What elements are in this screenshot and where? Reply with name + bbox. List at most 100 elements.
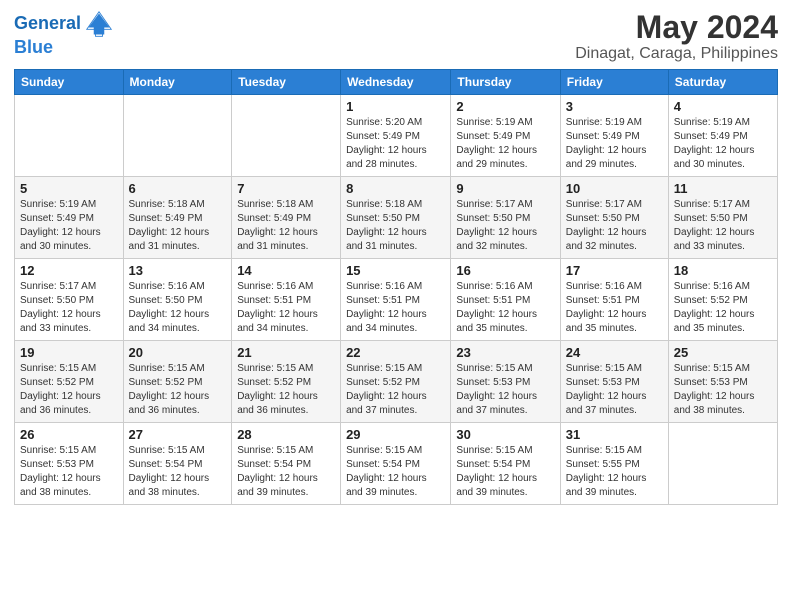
cell-day-number: 23 [456, 345, 554, 360]
calendar-cell: 31 Sunrise: 5:15 AMSunset: 5:55 PMDaylig… [560, 423, 668, 505]
cell-info: Sunrise: 5:19 AMSunset: 5:49 PMDaylight:… [674, 116, 772, 172]
calendar-cell: 10 Sunrise: 5:17 AMSunset: 5:50 PMDaylig… [560, 177, 668, 259]
calendar-cell: 23 Sunrise: 5:15 AMSunset: 5:53 PMDaylig… [451, 341, 560, 423]
cell-info: Sunrise: 5:17 AMSunset: 5:50 PMDaylight:… [20, 280, 118, 336]
calendar-cell: 30 Sunrise: 5:15 AMSunset: 5:54 PMDaylig… [451, 423, 560, 505]
logo-text-blue: Blue [14, 38, 53, 58]
col-sunday: Sunday [15, 70, 124, 95]
cell-day-number: 15 [346, 263, 445, 278]
week-row-0: 1 Sunrise: 5:20 AMSunset: 5:49 PMDayligh… [15, 95, 778, 177]
cell-day-number: 9 [456, 181, 554, 196]
calendar-cell: 18 Sunrise: 5:16 AMSunset: 5:52 PMDaylig… [668, 259, 777, 341]
cell-info: Sunrise: 5:16 AMSunset: 5:52 PMDaylight:… [674, 280, 772, 336]
cell-info: Sunrise: 5:15 AMSunset: 5:54 PMDaylight:… [456, 444, 554, 500]
calendar-cell: 27 Sunrise: 5:15 AMSunset: 5:54 PMDaylig… [123, 423, 232, 505]
cell-info: Sunrise: 5:17 AMSunset: 5:50 PMDaylight:… [566, 198, 663, 254]
cell-info: Sunrise: 5:18 AMSunset: 5:49 PMDaylight:… [129, 198, 227, 254]
calendar-cell: 19 Sunrise: 5:15 AMSunset: 5:52 PMDaylig… [15, 341, 124, 423]
col-thursday: Thursday [451, 70, 560, 95]
cell-info: Sunrise: 5:15 AMSunset: 5:54 PMDaylight:… [346, 444, 445, 500]
cell-info: Sunrise: 5:15 AMSunset: 5:52 PMDaylight:… [129, 362, 227, 418]
subtitle: Dinagat, Caraga, Philippines [575, 45, 778, 63]
cell-info: Sunrise: 5:19 AMSunset: 5:49 PMDaylight:… [456, 116, 554, 172]
cell-info: Sunrise: 5:15 AMSunset: 5:53 PMDaylight:… [20, 444, 118, 500]
calendar-cell: 24 Sunrise: 5:15 AMSunset: 5:53 PMDaylig… [560, 341, 668, 423]
cell-info: Sunrise: 5:16 AMSunset: 5:51 PMDaylight:… [566, 280, 663, 336]
cell-day-number: 4 [674, 99, 772, 114]
calendar-cell: 26 Sunrise: 5:15 AMSunset: 5:53 PMDaylig… [15, 423, 124, 505]
cell-info: Sunrise: 5:15 AMSunset: 5:53 PMDaylight:… [674, 362, 772, 418]
cell-day-number: 20 [129, 345, 227, 360]
calendar-cell: 2 Sunrise: 5:19 AMSunset: 5:49 PMDayligh… [451, 95, 560, 177]
cell-day-number: 5 [20, 181, 118, 196]
logo-text: General [14, 14, 81, 34]
logo-icon [85, 10, 113, 38]
cell-info: Sunrise: 5:15 AMSunset: 5:54 PMDaylight:… [237, 444, 335, 500]
cell-day-number: 3 [566, 99, 663, 114]
cell-day-number: 2 [456, 99, 554, 114]
cell-info: Sunrise: 5:19 AMSunset: 5:49 PMDaylight:… [566, 116, 663, 172]
calendar-cell: 9 Sunrise: 5:17 AMSunset: 5:50 PMDayligh… [451, 177, 560, 259]
cell-day-number: 13 [129, 263, 227, 278]
cell-info: Sunrise: 5:19 AMSunset: 5:49 PMDaylight:… [20, 198, 118, 254]
cell-info: Sunrise: 5:15 AMSunset: 5:52 PMDaylight:… [20, 362, 118, 418]
cell-info: Sunrise: 5:16 AMSunset: 5:51 PMDaylight:… [346, 280, 445, 336]
cell-info: Sunrise: 5:15 AMSunset: 5:53 PMDaylight:… [456, 362, 554, 418]
calendar-cell: 8 Sunrise: 5:18 AMSunset: 5:50 PMDayligh… [341, 177, 451, 259]
calendar-table: Sunday Monday Tuesday Wednesday Thursday… [14, 69, 778, 505]
calendar-cell [123, 95, 232, 177]
cell-info: Sunrise: 5:15 AMSunset: 5:52 PMDaylight:… [346, 362, 445, 418]
cell-day-number: 11 [674, 181, 772, 196]
cell-day-number: 8 [346, 181, 445, 196]
calendar-cell: 12 Sunrise: 5:17 AMSunset: 5:50 PMDaylig… [15, 259, 124, 341]
cell-day-number: 18 [674, 263, 772, 278]
cell-day-number: 10 [566, 181, 663, 196]
main-title: May 2024 [575, 10, 778, 45]
calendar-cell: 15 Sunrise: 5:16 AMSunset: 5:51 PMDaylig… [341, 259, 451, 341]
col-wednesday: Wednesday [341, 70, 451, 95]
calendar-cell: 6 Sunrise: 5:18 AMSunset: 5:49 PMDayligh… [123, 177, 232, 259]
page: General Blue May 2024 Dinagat, Caraga, P… [0, 0, 792, 515]
cell-info: Sunrise: 5:18 AMSunset: 5:50 PMDaylight:… [346, 198, 445, 254]
cell-day-number: 28 [237, 427, 335, 442]
cell-day-number: 27 [129, 427, 227, 442]
cell-day-number: 1 [346, 99, 445, 114]
calendar-cell: 3 Sunrise: 5:19 AMSunset: 5:49 PMDayligh… [560, 95, 668, 177]
header-row: Sunday Monday Tuesday Wednesday Thursday… [15, 70, 778, 95]
cell-day-number: 19 [20, 345, 118, 360]
cell-day-number: 17 [566, 263, 663, 278]
calendar-cell: 16 Sunrise: 5:16 AMSunset: 5:51 PMDaylig… [451, 259, 560, 341]
header: General Blue May 2024 Dinagat, Caraga, P… [14, 10, 778, 63]
calendar-cell: 29 Sunrise: 5:15 AMSunset: 5:54 PMDaylig… [341, 423, 451, 505]
cell-info: Sunrise: 5:20 AMSunset: 5:49 PMDaylight:… [346, 116, 445, 172]
cell-day-number: 21 [237, 345, 335, 360]
cell-info: Sunrise: 5:16 AMSunset: 5:51 PMDaylight:… [237, 280, 335, 336]
calendar-cell: 14 Sunrise: 5:16 AMSunset: 5:51 PMDaylig… [232, 259, 341, 341]
calendar-cell: 17 Sunrise: 5:16 AMSunset: 5:51 PMDaylig… [560, 259, 668, 341]
week-row-2: 12 Sunrise: 5:17 AMSunset: 5:50 PMDaylig… [15, 259, 778, 341]
cell-info: Sunrise: 5:15 AMSunset: 5:52 PMDaylight:… [237, 362, 335, 418]
cell-info: Sunrise: 5:16 AMSunset: 5:51 PMDaylight:… [456, 280, 554, 336]
calendar-cell: 5 Sunrise: 5:19 AMSunset: 5:49 PMDayligh… [15, 177, 124, 259]
cell-day-number: 6 [129, 181, 227, 196]
week-row-1: 5 Sunrise: 5:19 AMSunset: 5:49 PMDayligh… [15, 177, 778, 259]
cell-day-number: 14 [237, 263, 335, 278]
cell-info: Sunrise: 5:18 AMSunset: 5:49 PMDaylight:… [237, 198, 335, 254]
calendar-cell: 7 Sunrise: 5:18 AMSunset: 5:49 PMDayligh… [232, 177, 341, 259]
cell-info: Sunrise: 5:15 AMSunset: 5:53 PMDaylight:… [566, 362, 663, 418]
calendar-cell: 4 Sunrise: 5:19 AMSunset: 5:49 PMDayligh… [668, 95, 777, 177]
calendar-cell: 20 Sunrise: 5:15 AMSunset: 5:52 PMDaylig… [123, 341, 232, 423]
cell-day-number: 25 [674, 345, 772, 360]
col-monday: Monday [123, 70, 232, 95]
cell-day-number: 30 [456, 427, 554, 442]
week-row-3: 19 Sunrise: 5:15 AMSunset: 5:52 PMDaylig… [15, 341, 778, 423]
week-row-4: 26 Sunrise: 5:15 AMSunset: 5:53 PMDaylig… [15, 423, 778, 505]
calendar-cell: 1 Sunrise: 5:20 AMSunset: 5:49 PMDayligh… [341, 95, 451, 177]
cell-day-number: 22 [346, 345, 445, 360]
cell-info: Sunrise: 5:16 AMSunset: 5:50 PMDaylight:… [129, 280, 227, 336]
col-tuesday: Tuesday [232, 70, 341, 95]
calendar-cell [668, 423, 777, 505]
calendar-cell: 28 Sunrise: 5:15 AMSunset: 5:54 PMDaylig… [232, 423, 341, 505]
cell-day-number: 7 [237, 181, 335, 196]
cell-info: Sunrise: 5:17 AMSunset: 5:50 PMDaylight:… [456, 198, 554, 254]
